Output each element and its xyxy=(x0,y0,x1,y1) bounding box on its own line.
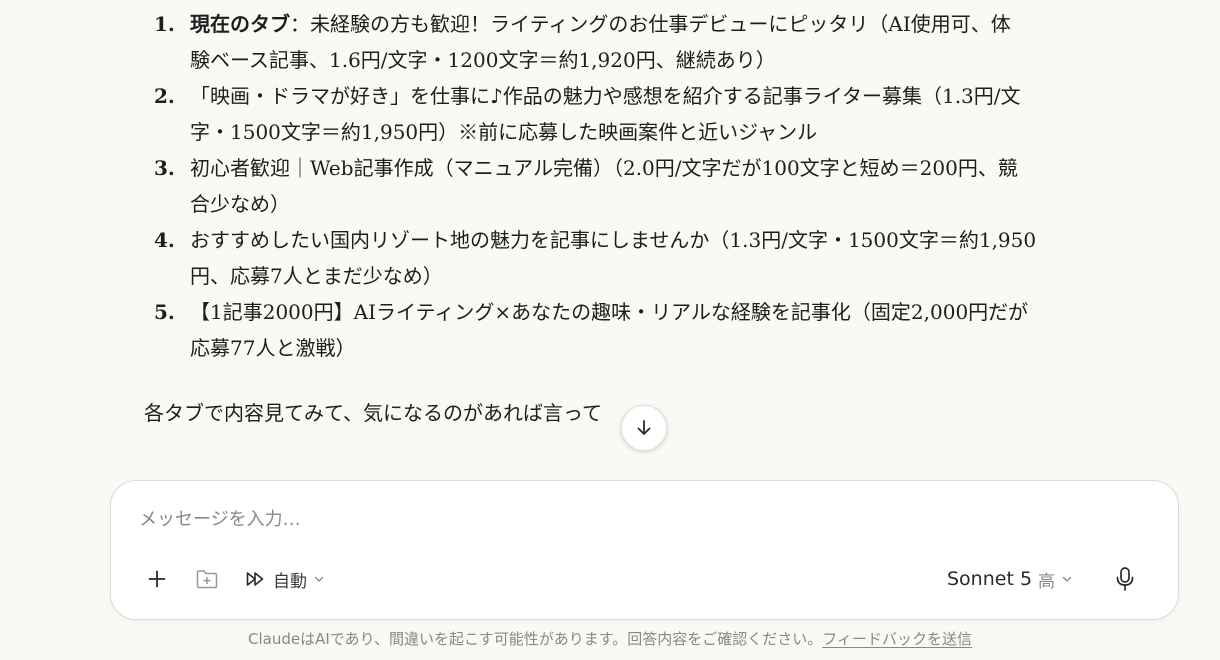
model-selector[interactable]: Sonnet 5 高 xyxy=(947,563,1073,595)
list-item-number: 3. xyxy=(154,156,175,180)
list-item-text: ：未経験の方も歓迎！ライティングのお仕事デビューにピッタリ（AI使用可、体 xyxy=(290,12,1011,36)
list-item-text: 験ベース記事、1.6円/文字・1200文字＝約1,920円、継続あり） xyxy=(190,48,776,72)
list-item-text: 「映画・ドラマが好き」を仕事に♪作品の魅力や感想を紹介する記事ライター募集（1.… xyxy=(190,84,1021,108)
list-item-number: 2. xyxy=(154,84,175,108)
list-item-text: おすすめしたい国内リゾート地の魅力を記事にしませんか（1.3円/文字・1500文… xyxy=(190,228,1037,252)
message-input[interactable] xyxy=(139,509,1039,530)
conversation-area: 1. 現在のタブ：未経験の方も歓迎！ライティングのお仕事デビューにピッタリ（AI… xyxy=(0,0,1220,470)
voice-input-button[interactable] xyxy=(1111,563,1139,595)
message-composer: 自動 Sonnet 5 高 xyxy=(110,480,1179,620)
list-item: 3. 初心者歓迎｜Web記事作成（マニュアル完備）（2.0円/文字だが100文字… xyxy=(150,150,1110,222)
microphone-icon xyxy=(1116,567,1134,591)
list-item-text: 合少なめ） xyxy=(190,192,290,216)
list-item-text: 【1記事2000円】AIライティング×あなたの趣味・リアルな経験を記事化（固定2… xyxy=(190,300,1029,324)
fade-overlay xyxy=(0,430,1220,470)
scroll-to-bottom-button[interactable] xyxy=(621,405,667,451)
list-item: 2. 「映画・ドラマが好き」を仕事に♪作品の魅力や感想を紹介する記事ライター募集… xyxy=(150,78,1110,150)
add-to-project-button[interactable] xyxy=(193,563,221,595)
response-style-button[interactable]: 自動 xyxy=(245,563,325,595)
list-item: 4. おすすめしたい国内リゾート地の魅力を記事にしませんか（1.3円/文字・15… xyxy=(150,222,1110,294)
model-effort-label: 高 xyxy=(1038,571,1056,592)
feedback-link[interactable]: フィードバックを送信 xyxy=(822,630,972,648)
list-item-text: 字・1500文字＝約1,950円）※前に応募した映画案件と近いジャンル xyxy=(190,120,818,144)
disclaimer-footer: ClaudeはAIであり、間違いを起こす可能性があります。回答内容をご確認くださ… xyxy=(0,628,1220,649)
add-attachment-button[interactable] xyxy=(143,563,171,595)
folder-plus-icon xyxy=(196,570,218,589)
list-item-text: 初心者歓迎｜Web記事作成（マニュアル完備）（2.0円/文字だが100文字と短め… xyxy=(190,156,1018,180)
job-list: 1. 現在のタブ：未経験の方も歓迎！ライティングのお仕事デビューにピッタリ（AI… xyxy=(150,6,1110,366)
response-style-label: 自動 xyxy=(273,571,307,592)
list-item: 5. 【1記事2000円】AIライティング×あなたの趣味・リアルな経験を記事化（… xyxy=(150,294,1110,366)
list-item-title: 現在のタブ xyxy=(190,12,290,36)
disclaimer-text: ClaudeはAIであり、間違いを起こす可能性があります。回答内容をご確認くださ… xyxy=(248,630,823,648)
fast-forward-icon xyxy=(246,572,264,586)
arrow-down-icon xyxy=(637,420,651,435)
list-item-text: 応募77人と激戦） xyxy=(190,336,356,360)
list-item: 1. 現在のタブ：未経験の方も歓迎！ライティングのお仕事デビューにピッタリ（AI… xyxy=(150,6,1110,78)
chevron-down-icon xyxy=(1062,576,1072,582)
list-item-number: 1. xyxy=(154,12,175,36)
closing-message: 各タブで内容見てみて、気になるのがあれば言って xyxy=(144,401,602,425)
plus-icon xyxy=(148,570,166,588)
model-name: Sonnet 5 xyxy=(947,568,1033,590)
list-item-text: 円、応募7人とまだ少なめ） xyxy=(190,264,443,288)
chevron-down-icon xyxy=(314,576,324,582)
list-item-number: 4. xyxy=(154,228,175,252)
list-item-number: 5. xyxy=(154,300,175,324)
